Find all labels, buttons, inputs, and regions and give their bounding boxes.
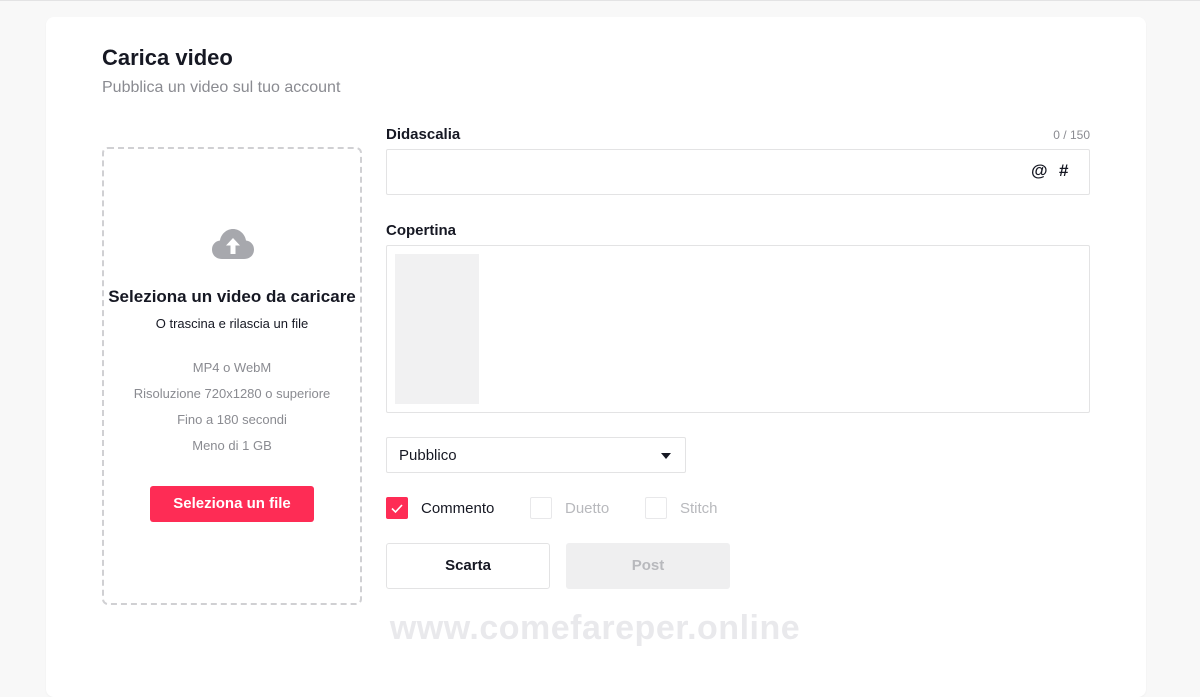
upload-hint: O trascina e rilascia un file [155, 316, 309, 331]
page-subtitle: Pubblica un video sul tuo account [102, 79, 341, 96]
duet-checkbox[interactable] [530, 497, 552, 519]
site-watermark: www.comefareper.online [389, 609, 801, 647]
caption-counter: 0 / 150 [1053, 128, 1090, 142]
select-file-button[interactable]: Seleziona un file [150, 486, 314, 522]
privacy-dropdown[interactable]: Pubblico [386, 437, 686, 473]
comment-checkbox[interactable] [386, 497, 408, 519]
spec-size: Meno di 1 GB [192, 438, 272, 453]
caption-input[interactable] [397, 150, 1017, 194]
duet-label: Duetto [565, 500, 610, 517]
top-divider [0, 0, 1200, 1]
upload-card: Carica video Pubblica un video sul tuo a… [46, 17, 1146, 697]
stitch-checkbox[interactable] [645, 497, 667, 519]
video-drop-zone[interactable]: Seleziona un video da caricare O trascin… [102, 147, 362, 605]
hashtag-icon[interactable]: # [1059, 161, 1068, 181]
caption-field[interactable]: @ # [386, 149, 1090, 195]
mention-icon[interactable]: @ [1031, 161, 1048, 181]
page-title: Carica video [102, 45, 233, 70]
cover-label: Copertina [386, 222, 457, 239]
post-button[interactable]: Post [566, 543, 730, 589]
discard-button[interactable]: Scarta [386, 543, 550, 589]
upload-title: Seleziona un video da caricare [108, 287, 356, 306]
checkmark-icon [391, 504, 403, 514]
caption-label: Didascalia [386, 126, 461, 143]
cover-thumbnail[interactable] [395, 254, 479, 404]
cloud-upload-icon [212, 229, 254, 259]
cover-selector[interactable] [386, 245, 1090, 413]
comment-label: Commento [421, 500, 495, 517]
spec-format: MP4 o WebM [192, 360, 272, 375]
caret-down-icon [661, 453, 671, 459]
stitch-label: Stitch [680, 500, 718, 517]
spec-resolution: Risoluzione 720x1280 o superiore [133, 386, 331, 401]
spec-duration: Fino a 180 secondi [177, 412, 287, 427]
privacy-selected-value: Pubblico [399, 447, 457, 464]
